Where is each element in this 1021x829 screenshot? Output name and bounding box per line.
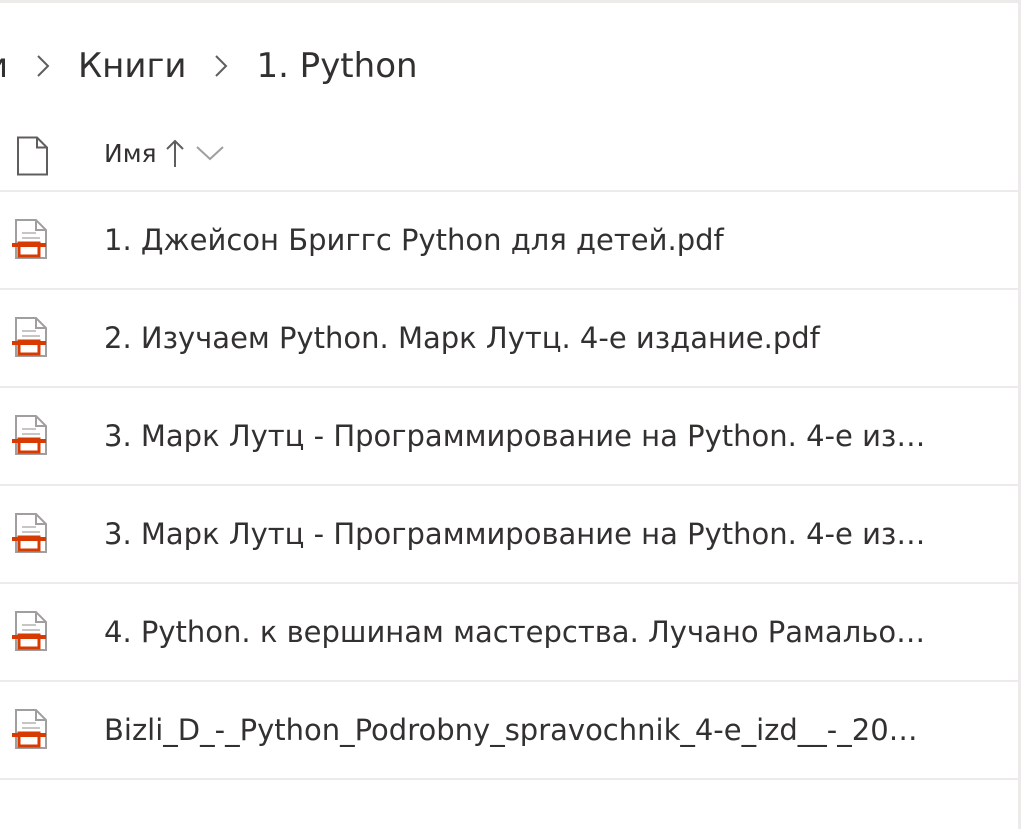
breadcrumb: и Книги 1. Python	[0, 42, 418, 90]
file-name[interactable]: 3. Марк Лутц - Программирование на Pytho…	[104, 388, 934, 484]
file-list: 1. Джейсон Бриггс Python для детей.pdf 2…	[0, 192, 1021, 780]
file-name[interactable]: 2. Изучаем Python. Марк Лутц. 4-е издани…	[104, 290, 934, 386]
file-row[interactable]: 4. Python. к вершинам мастерства. Лучано…	[0, 584, 1021, 682]
breadcrumb-item-books[interactable]: Книги	[78, 42, 186, 90]
file-name[interactable]: 1. Джейсон Бриггс Python для детей.pdf	[104, 192, 934, 288]
breadcrumb-item-current: 1. Python	[256, 46, 418, 86]
pdf-icon	[10, 316, 50, 360]
breadcrumb-item-previous[interactable]: и	[0, 42, 8, 90]
list-header: Имя	[0, 122, 1021, 192]
name-column-header[interactable]: Имя	[104, 122, 225, 184]
pdf-icon	[10, 512, 50, 556]
file-name[interactable]: 4. Python. к вершинам мастерства. Лучано…	[104, 584, 934, 680]
file-row[interactable]: Bizli_D_-_Python_Podrobny_spravochnik_4-…	[0, 682, 1021, 780]
file-row[interactable]: 1. Джейсон Бриггс Python для детей.pdf	[0, 192, 1021, 290]
file-row[interactable]: 3. Марк Лутц - Программирование на Pytho…	[0, 486, 1021, 584]
pdf-icon	[10, 218, 50, 262]
sort-ascending-icon	[165, 137, 185, 169]
name-column-label: Имя	[104, 138, 157, 168]
chevron-right-icon	[8, 42, 78, 90]
file-name[interactable]: Bizli_D_-_Python_Podrobny_spravochnik_4-…	[104, 682, 934, 778]
pdf-icon	[10, 708, 50, 752]
chevron-down-icon[interactable]	[195, 143, 225, 163]
file-row[interactable]: 2. Изучаем Python. Марк Лутц. 4-е издани…	[0, 290, 1021, 388]
file-row[interactable]: 3. Марк Лутц - Программирование на Pytho…	[0, 388, 1021, 486]
file-browser: и Книги 1. Python Имя	[0, 0, 1021, 829]
document-icon[interactable]	[15, 136, 49, 176]
pdf-icon	[10, 610, 50, 654]
pdf-icon	[10, 414, 50, 458]
chevron-right-icon	[186, 42, 256, 90]
top-divider	[0, 0, 1021, 3]
file-name[interactable]: 3. Марк Лутц - Программирование на Pytho…	[104, 486, 934, 582]
